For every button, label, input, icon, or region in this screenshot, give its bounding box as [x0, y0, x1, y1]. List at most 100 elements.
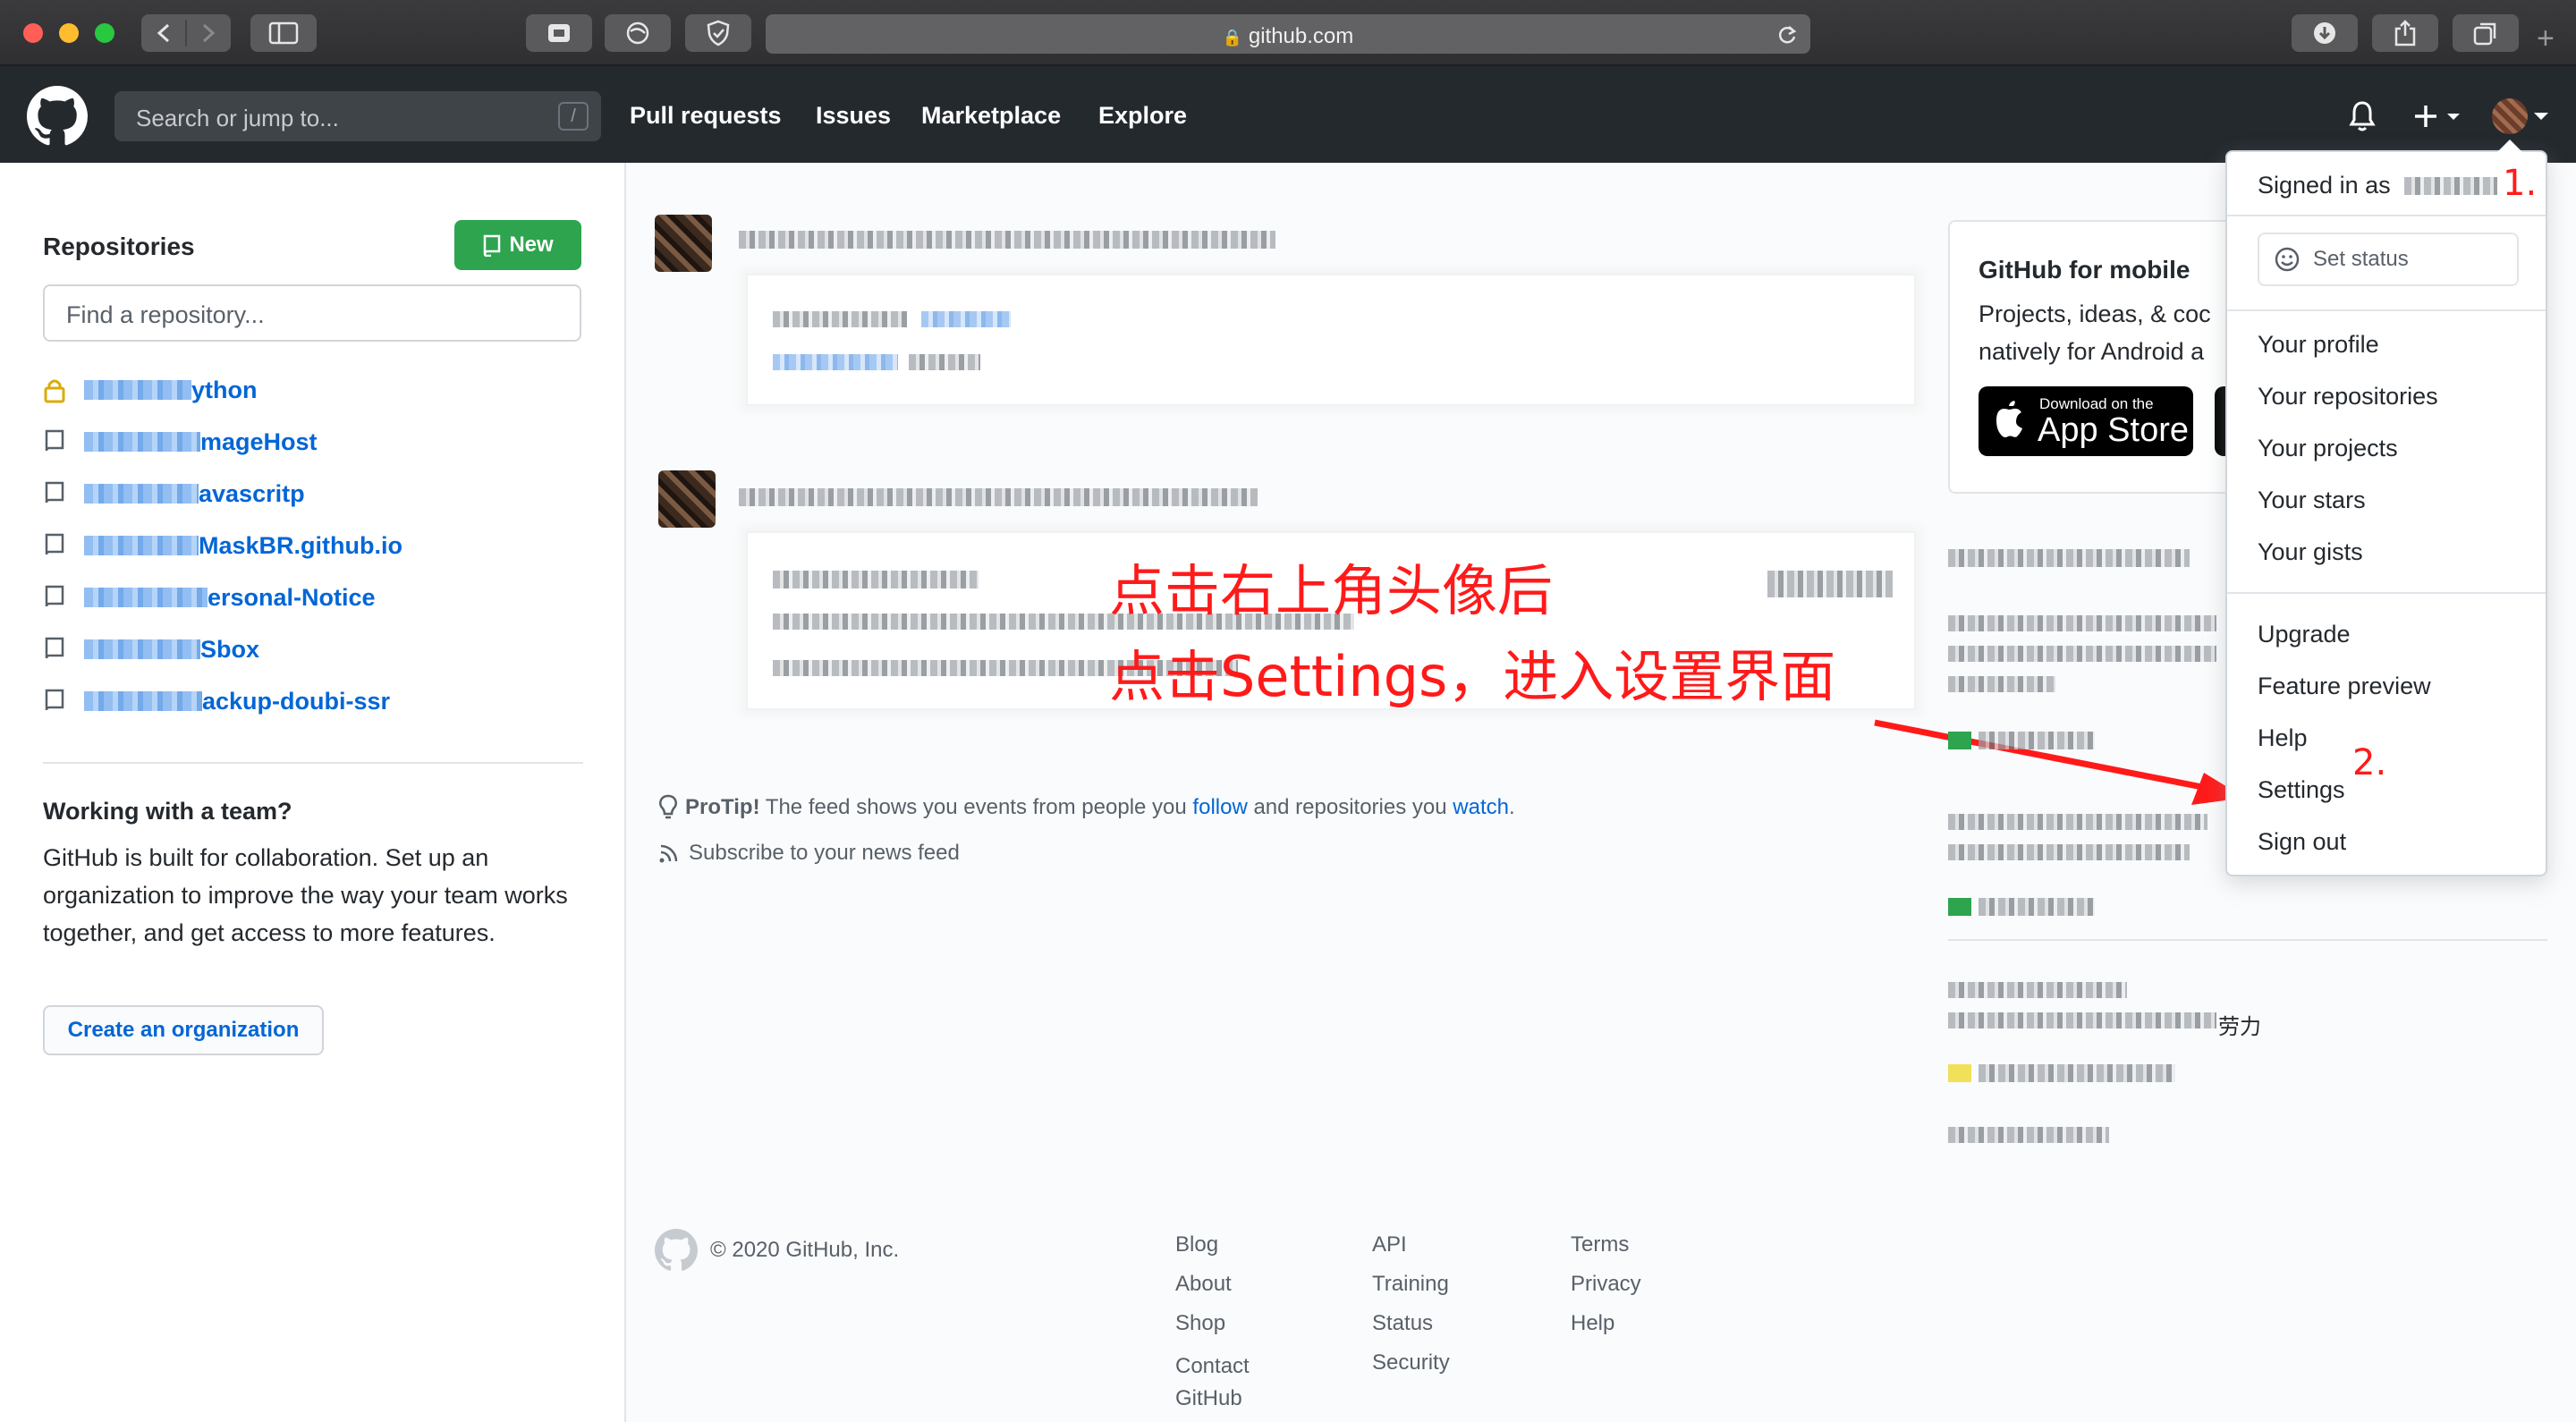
dropdown-divider — [2227, 592, 2546, 594]
signed-in-label: Signed in as — [2258, 172, 2391, 199]
footer-link-security[interactable]: Security — [1372, 1350, 1450, 1375]
repo-item[interactable]: ersonal-Notice — [43, 580, 376, 615]
redacted-text — [1948, 615, 2216, 631]
redacted-owner — [84, 432, 200, 452]
menu-help[interactable]: Help — [2258, 724, 2308, 752]
create-new-dropdown-icon[interactable] — [2413, 102, 2463, 131]
privacy-shield-button[interactable] — [685, 14, 751, 52]
extension-button-1[interactable] — [526, 14, 592, 52]
back-forward-icon[interactable] — [141, 14, 231, 52]
protip: ProTip! The feed shows you events from p… — [658, 794, 1515, 821]
create-organization-button[interactable]: Create an organization — [43, 1005, 324, 1055]
repositories-heading: Repositories — [43, 233, 195, 260]
menu-upgrade[interactable]: Upgrade — [2258, 621, 2351, 648]
tabs-overview-button[interactable] — [2453, 14, 2519, 52]
new-repository-button[interactable]: New — [454, 220, 581, 270]
rss-icon — [659, 844, 678, 863]
apple-icon — [1996, 401, 2022, 437]
search-input[interactable]: Search or jump to... / — [114, 91, 601, 141]
subscribe-link[interactable]: Subscribe to your news feed — [658, 841, 960, 866]
redacted-feed-text — [739, 231, 1275, 249]
reload-icon[interactable] — [1776, 24, 1798, 46]
nav-marketplace[interactable]: Marketplace — [921, 102, 1061, 130]
redacted-username — [2404, 177, 2497, 195]
repo-name: avascritp — [199, 479, 305, 507]
divider — [1948, 939, 2547, 941]
user-dropdown-menu: Signed in as 1. Set status Your profile … — [2225, 140, 2547, 876]
sidebar-toggle-button[interactable] — [250, 14, 317, 52]
menu-your-repositories[interactable]: Your repositories — [2258, 383, 2438, 411]
browser-toolbar: 🔒 github.com + — [0, 0, 2576, 66]
redacted-owner — [84, 484, 199, 504]
repo-name: Sbox — [200, 635, 260, 663]
redacted-text — [1948, 844, 2190, 860]
github-logo-icon[interactable] — [27, 86, 88, 147]
footer-link-about[interactable]: About — [1175, 1272, 1232, 1297]
downloads-button[interactable] — [2292, 14, 2358, 52]
find-repository-input[interactable]: Find a repository... — [43, 284, 581, 342]
footer-link-privacy[interactable]: Privacy — [1571, 1272, 1641, 1297]
app-store-badge[interactable]: Download on the App Store — [1979, 386, 2193, 456]
nav-explore[interactable]: Explore — [1098, 102, 1187, 130]
feed-avatar[interactable] — [655, 215, 712, 272]
redacted-text — [1948, 676, 2055, 692]
nav-issues[interactable]: Issues — [816, 102, 891, 130]
user-avatar[interactable] — [2492, 98, 2528, 134]
watch-link[interactable]: watch — [1453, 795, 1509, 819]
redacted-link — [773, 354, 898, 370]
footer-link-blog[interactable]: Blog — [1175, 1232, 1218, 1257]
follow-link[interactable]: follow — [1192, 795, 1247, 819]
nav-pull-requests[interactable]: Pull requests — [630, 102, 782, 130]
repo-item[interactable]: Sbox — [43, 631, 259, 667]
set-status-button[interactable]: Set status — [2258, 233, 2519, 286]
repo-item[interactable]: avascritp — [43, 476, 305, 512]
redacted-star-button[interactable] — [1767, 571, 1893, 597]
team-description: GitHub is built for collaboration. Set u… — [43, 844, 568, 946]
annotation-arrow — [1874, 719, 2245, 805]
redacted-text — [1948, 1127, 2109, 1143]
repo-item[interactable]: MaskBR.github.io — [43, 528, 402, 563]
feed-card — [746, 274, 1916, 406]
redacted-text — [773, 311, 907, 327]
search-shortcut-badge: / — [558, 102, 589, 131]
repo-item[interactable]: mageHost — [43, 424, 318, 460]
repo-name: ython — [191, 376, 258, 403]
download-icon — [2314, 22, 2335, 44]
footer-link-help[interactable]: Help — [1571, 1311, 1614, 1336]
maximize-window-button[interactable] — [95, 23, 114, 43]
minimize-window-button[interactable] — [59, 23, 79, 43]
bell-icon[interactable] — [2349, 100, 2376, 132]
repo-icon — [45, 429, 64, 452]
address-bar[interactable]: 🔒 github.com — [766, 14, 1810, 54]
menu-your-gists[interactable]: Your gists — [2258, 538, 2363, 566]
footer-link-status[interactable]: Status — [1372, 1311, 1433, 1336]
repo-item[interactable]: ackup-doubi-ssr — [43, 683, 390, 719]
redacted-owner — [84, 380, 191, 400]
menu-settings[interactable]: Settings — [2258, 776, 2345, 804]
avatar-caret-icon[interactable] — [2533, 111, 2549, 123]
redacted-owner — [84, 536, 199, 555]
share-button[interactable] — [2372, 14, 2438, 52]
feed-trailing-text: 劳力 — [2218, 1014, 2261, 1039]
lock-icon: 🔒 — [1222, 29, 1243, 47]
feed-avatar[interactable] — [658, 470, 716, 528]
copyright: © 2020 GitHub, Inc. — [710, 1238, 900, 1262]
new-tab-button[interactable]: + — [2537, 21, 2555, 56]
menu-feature-preview[interactable]: Feature preview — [2258, 673, 2431, 700]
menu-your-projects[interactable]: Your projects — [2258, 435, 2398, 462]
footer-link-training[interactable]: Training — [1372, 1272, 1449, 1297]
footer-link-contact[interactable]: Contact GitHub — [1175, 1350, 1265, 1415]
menu-your-stars[interactable]: Your stars — [2258, 487, 2366, 514]
appstore-big-text: App Store — [2038, 411, 2189, 449]
repo-icon — [45, 481, 64, 504]
menu-sign-out[interactable]: Sign out — [2258, 828, 2346, 856]
footer-link-shop[interactable]: Shop — [1175, 1311, 1225, 1336]
shield-icon — [707, 20, 730, 47]
footer-link-terms[interactable]: Terms — [1571, 1232, 1629, 1257]
github-footer-logo-icon[interactable] — [655, 1229, 698, 1272]
repo-item[interactable]: ython — [43, 372, 258, 408]
footer-link-api[interactable]: API — [1372, 1232, 1407, 1257]
menu-your-profile[interactable]: Your profile — [2258, 331, 2379, 359]
close-window-button[interactable] — [23, 23, 43, 43]
extension-button-2[interactable] — [605, 14, 671, 52]
